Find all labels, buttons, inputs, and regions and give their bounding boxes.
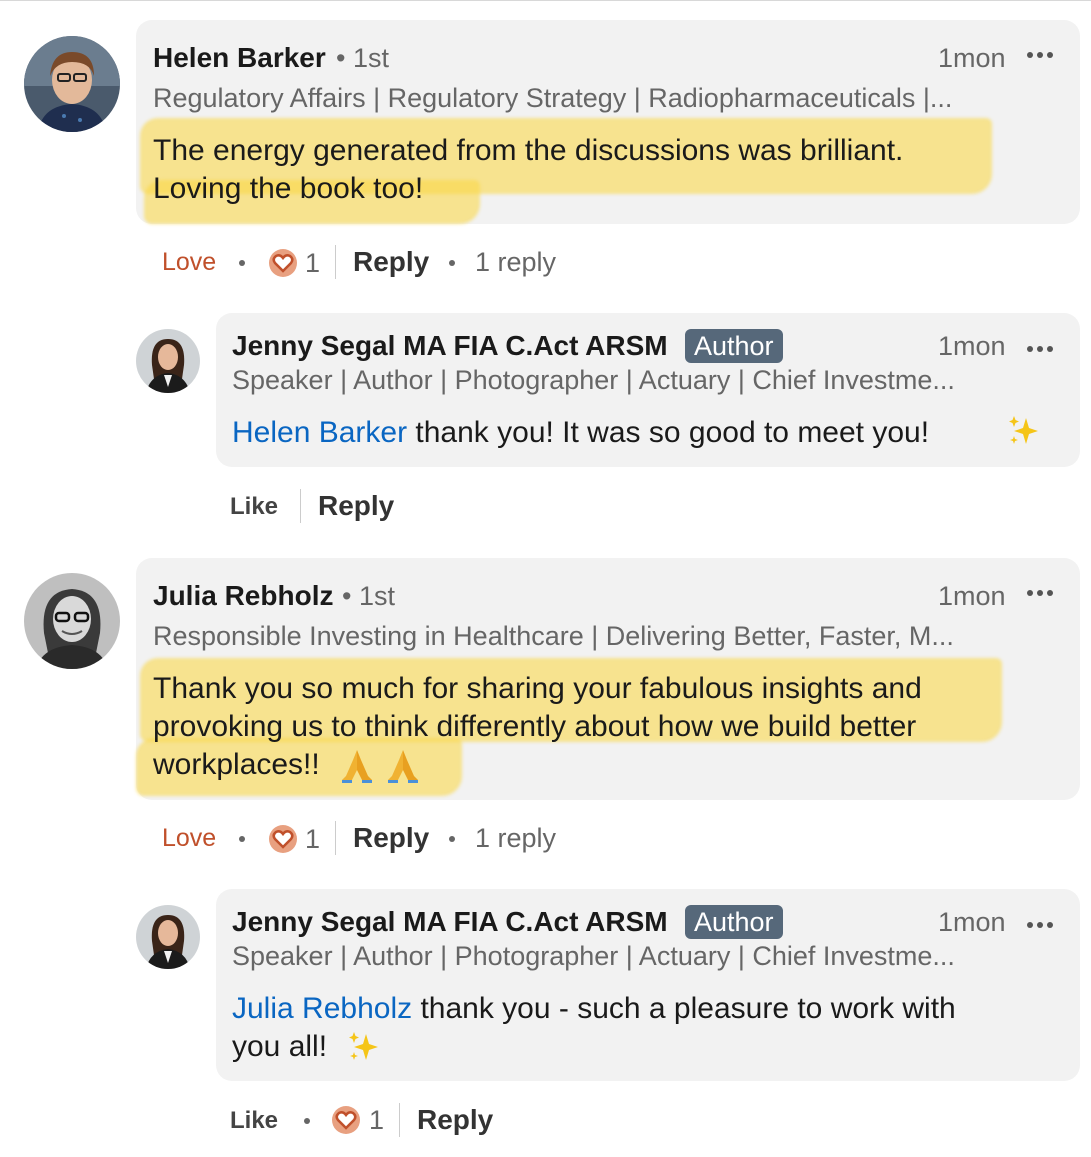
reply-time: 1mon <box>938 331 1006 361</box>
folded-hands-icon <box>342 750 372 783</box>
more-options-icon[interactable] <box>1027 590 1053 596</box>
comment-text-line: workplaces!! <box>153 748 320 781</box>
reply-author-name[interactable]: Jenny Segal MA FIA C.Act ARSM <box>232 330 668 362</box>
love-reaction-button[interactable]: Love <box>162 824 216 853</box>
reaction-count[interactable]: 1 <box>369 1105 384 1136</box>
reply-author-headline: Speaker | Author | Photographer | Actuar… <box>232 941 955 971</box>
reply-author-headline: Speaker | Author | Photographer | Actuar… <box>232 365 955 395</box>
comment-time: 1mon <box>938 581 1006 611</box>
author-badge: Author <box>685 329 783 363</box>
connection-degree: • 1st <box>336 43 389 73</box>
love-reaction-icon <box>332 1106 360 1134</box>
mention-link[interactable]: Julia Rebholz <box>232 992 412 1025</box>
reaction-count[interactable]: 1 <box>305 248 320 279</box>
mention-link[interactable]: Helen Barker <box>232 416 407 449</box>
avatar-julia-rebholz[interactable] <box>24 573 120 669</box>
separator-dot <box>449 836 455 842</box>
more-options-icon[interactable] <box>1027 52 1053 58</box>
sparkles-icon <box>349 1032 378 1060</box>
reply-text: Julia Rebholz thank you - such a pleasur… <box>232 990 956 1066</box>
avatar-jenny-segal[interactable] <box>136 329 200 393</box>
reply-text-body: thank you! It was so good to meet you! <box>407 416 930 449</box>
action-divider <box>335 821 336 855</box>
reply-text-body: thank you - such a pleasure to work with <box>412 992 956 1025</box>
sparkles-icon <box>1009 416 1038 444</box>
reply-time: 1mon <box>938 907 1006 937</box>
comment-text: Thank you so much for sharing your fabul… <box>153 670 922 784</box>
comment-text-line: provoking us to think differently about … <box>153 710 917 743</box>
love-reaction-icon <box>269 825 297 853</box>
view-replies-link[interactable]: 1 reply <box>475 823 556 854</box>
like-button[interactable]: Like <box>230 493 278 521</box>
top-divider <box>0 0 1091 1</box>
more-options-icon[interactable] <box>1027 922 1053 928</box>
view-replies-link[interactable]: 1 reply <box>475 247 556 278</box>
separator-dot <box>449 260 455 266</box>
comment-text-line: The energy generated from the discussion… <box>153 134 904 167</box>
action-divider <box>335 245 336 279</box>
reaction-count[interactable]: 1 <box>305 824 320 855</box>
reply-button[interactable]: Reply <box>353 246 429 278</box>
connection-degree: • 1st <box>342 581 395 611</box>
commenter-headline: Regulatory Affairs | Regulatory Strategy… <box>153 83 953 113</box>
separator-dot <box>304 1118 310 1124</box>
commenter-name[interactable]: Julia Rebholz <box>153 580 333 612</box>
reply-button[interactable]: Reply <box>353 822 429 854</box>
action-divider <box>399 1103 400 1137</box>
comment-text: The energy generated from the discussion… <box>153 132 903 208</box>
avatar-helen-barker[interactable] <box>24 36 120 132</box>
reply-author-name[interactable]: Jenny Segal MA FIA C.Act ARSM <box>232 906 668 938</box>
comment-time: 1mon <box>938 43 1006 73</box>
reply-button[interactable]: Reply <box>318 490 394 522</box>
comment-text-line: Thank you so much for sharing your fabul… <box>153 672 922 705</box>
reply-text: Helen Barker thank you! It was so good t… <box>232 414 929 452</box>
author-badge: Author <box>685 905 783 939</box>
like-button[interactable]: Like <box>230 1107 278 1135</box>
comment-text-line: Loving the book too! <box>153 172 424 205</box>
commenter-headline: Responsible Investing in Healthcare | De… <box>153 621 954 651</box>
commenter-name[interactable]: Helen Barker <box>153 42 326 74</box>
love-reaction-icon <box>269 249 297 277</box>
reply-text-body: you all! <box>232 1030 328 1063</box>
more-options-icon[interactable] <box>1027 346 1053 352</box>
love-reaction-button[interactable]: Love <box>162 248 216 277</box>
avatar-jenny-segal[interactable] <box>136 905 200 969</box>
reply-button[interactable]: Reply <box>417 1104 493 1136</box>
separator-dot <box>239 260 245 266</box>
action-divider <box>300 489 301 523</box>
separator-dot <box>239 836 245 842</box>
folded-hands-icon <box>388 750 418 783</box>
